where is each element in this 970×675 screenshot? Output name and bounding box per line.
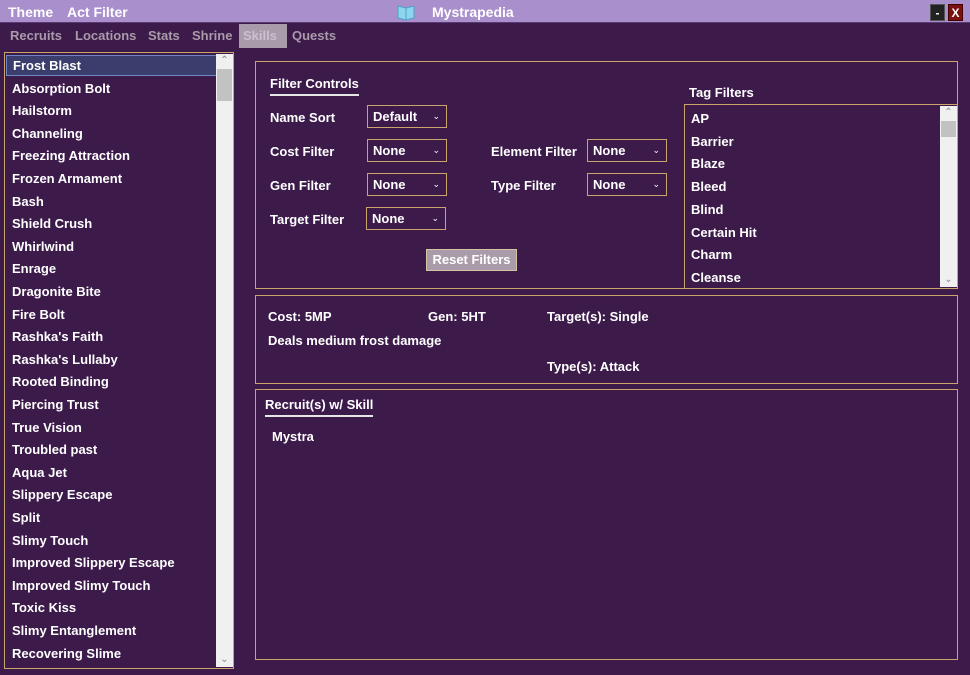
- tag-filter-item[interactable]: Bleed: [691, 179, 726, 194]
- tag-filter-item[interactable]: Barrier: [691, 134, 734, 149]
- tab-stats[interactable]: Stats: [144, 24, 184, 48]
- filter-controls-heading: Filter Controls: [270, 76, 359, 96]
- menu-theme[interactable]: Theme: [8, 4, 53, 20]
- tab-recruits[interactable]: Recruits: [6, 24, 66, 48]
- cost-filter-select[interactable]: None ⌄: [367, 139, 447, 162]
- skill-list-item[interactable]: Piercing Trust: [6, 394, 218, 415]
- skill-list-item[interactable]: Fire Bolt: [6, 304, 218, 325]
- name-sort-select[interactable]: Default ⌄: [367, 105, 447, 128]
- skill-list-item[interactable]: Hailstorm: [6, 100, 218, 121]
- chevron-down-icon: ⌄: [431, 213, 439, 223]
- skill-list-item[interactable]: Slimy Touch: [6, 530, 218, 551]
- target-filter-value: None: [372, 211, 405, 226]
- scroll-up-icon[interactable]: ⌃: [216, 54, 233, 68]
- tag-filter-item[interactable]: Certain Hit: [691, 225, 757, 240]
- recruits-heading: Recruit(s) w/ Skill: [265, 397, 374, 417]
- chevron-down-icon: ⌄: [652, 179, 660, 189]
- tab-bar: Recruits Locations Stats Shrine Skills Q…: [0, 24, 970, 48]
- tag-filter-list[interactable]: AP Barrier Blaze Bleed Blind Certain Hit Charm…: [684, 104, 958, 289]
- skill-list-item[interactable]: True Vision: [6, 417, 218, 438]
- skill-list-item[interactable]: Split: [6, 507, 218, 528]
- skill-list-item[interactable]: Toxic Kiss: [6, 597, 218, 618]
- skill-cost: Cost: 5MP: [268, 309, 332, 324]
- scroll-up-icon[interactable]: ⌃: [940, 106, 957, 120]
- tab-skills[interactable]: Skills: [239, 24, 287, 48]
- target-filter-select[interactable]: None ⌄: [366, 207, 446, 230]
- skill-list[interactable]: Frost Blast Absorption Bolt Hailstorm Chann…: [4, 52, 234, 669]
- gen-filter-value: None: [373, 177, 406, 192]
- tag-filter-item[interactable]: Blaze: [691, 156, 725, 171]
- tag-filter-item[interactable]: Blind: [691, 202, 724, 217]
- skill-list-item[interactable]: Frost Blast: [6, 55, 218, 76]
- skill-list-item[interactable]: Whirlwind: [6, 236, 218, 257]
- book-logo-icon: [397, 5, 415, 21]
- skill-list-item[interactable]: Shield Crush: [6, 213, 218, 234]
- scroll-thumb[interactable]: [217, 69, 232, 101]
- skill-list-item[interactable]: Frozen Armament: [6, 168, 218, 189]
- scroll-down-icon[interactable]: ⌄: [940, 273, 957, 287]
- skill-list-item[interactable]: Bash: [6, 191, 218, 212]
- tag-filter-item[interactable]: AP: [691, 111, 709, 126]
- scroll-down-icon[interactable]: ⌄: [216, 653, 233, 667]
- skill-list-item[interactable]: Aqua Jet: [6, 462, 218, 483]
- skill-types: Type(s): Attack: [547, 359, 640, 374]
- skill-list-scrollbar[interactable]: ⌃ ⌄: [216, 54, 233, 667]
- target-filter-label: Target Filter: [270, 212, 345, 227]
- tag-filter-item[interactable]: Cleanse: [691, 270, 741, 285]
- scroll-thumb[interactable]: [941, 121, 956, 137]
- skill-list-item[interactable]: Troubled past: [6, 439, 218, 460]
- skill-list-item[interactable]: Rashka's Faith: [6, 326, 218, 347]
- reset-filters-button[interactable]: Reset Filters: [426, 249, 517, 271]
- skill-description: Deals medium frost damage: [268, 333, 442, 348]
- skill-list-item[interactable]: Rooted Binding: [6, 371, 218, 392]
- type-filter-select[interactable]: None ⌄: [587, 173, 667, 196]
- skill-list-item[interactable]: Enrage: [6, 258, 218, 279]
- close-button[interactable]: X: [948, 4, 963, 21]
- element-filter-select[interactable]: None ⌄: [587, 139, 667, 162]
- skill-list-item[interactable]: Improved Slimy Touch: [6, 575, 218, 596]
- element-filter-value: None: [593, 143, 626, 158]
- menu-act-filter[interactable]: Act Filter: [67, 4, 128, 20]
- skill-list-item[interactable]: Improved Slippery Escape: [6, 552, 218, 573]
- chevron-down-icon: ⌄: [432, 145, 440, 155]
- tab-locations[interactable]: Locations: [71, 24, 140, 48]
- name-sort-label: Name Sort: [270, 110, 336, 125]
- app-title: Mystrapedia: [432, 4, 514, 20]
- skill-list-item[interactable]: Rashka's Lullaby: [6, 349, 218, 370]
- type-filter-label: Type Filter: [491, 178, 556, 193]
- minimize-button[interactable]: -: [930, 4, 945, 21]
- recruits-panel: [255, 389, 958, 660]
- skill-list-item[interactable]: Slimy Entanglement: [6, 620, 218, 641]
- tab-shrine[interactable]: Shrine: [188, 24, 236, 48]
- tag-list-scrollbar[interactable]: ⌃ ⌄: [940, 106, 957, 287]
- cost-filter-label: Cost Filter: [270, 144, 335, 159]
- skill-targets: Target(s): Single: [547, 309, 649, 324]
- skill-list-item[interactable]: Recovering Slime: [6, 643, 218, 664]
- skill-list-item[interactable]: Freezing Attraction: [6, 145, 218, 166]
- type-filter-value: None: [593, 177, 626, 192]
- element-filter-label: Element Filter: [491, 144, 577, 159]
- title-bar: Theme Act Filter Mystrapedia - X: [0, 0, 970, 23]
- chevron-down-icon: ⌄: [432, 179, 440, 189]
- recruit-item[interactable]: Mystra: [272, 429, 314, 444]
- skill-list-item[interactable]: Slippery Escape: [6, 484, 218, 505]
- tag-filters-heading: Tag Filters: [689, 85, 754, 100]
- skill-list-item[interactable]: Channeling: [6, 123, 218, 144]
- gen-filter-label: Gen Filter: [270, 178, 331, 193]
- skill-gen: Gen: 5HT: [428, 309, 486, 324]
- chevron-down-icon: ⌄: [652, 145, 660, 155]
- name-sort-value: Default: [373, 109, 418, 124]
- chevron-down-icon: ⌄: [432, 111, 440, 121]
- tab-quests[interactable]: Quests: [288, 24, 340, 48]
- cost-filter-value: None: [373, 143, 406, 158]
- skill-list-item[interactable]: Absorption Bolt: [6, 78, 218, 99]
- skill-list-item[interactable]: Dragonite Bite: [6, 281, 218, 302]
- gen-filter-select[interactable]: None ⌄: [367, 173, 447, 196]
- tag-filter-item[interactable]: Charm: [691, 247, 732, 262]
